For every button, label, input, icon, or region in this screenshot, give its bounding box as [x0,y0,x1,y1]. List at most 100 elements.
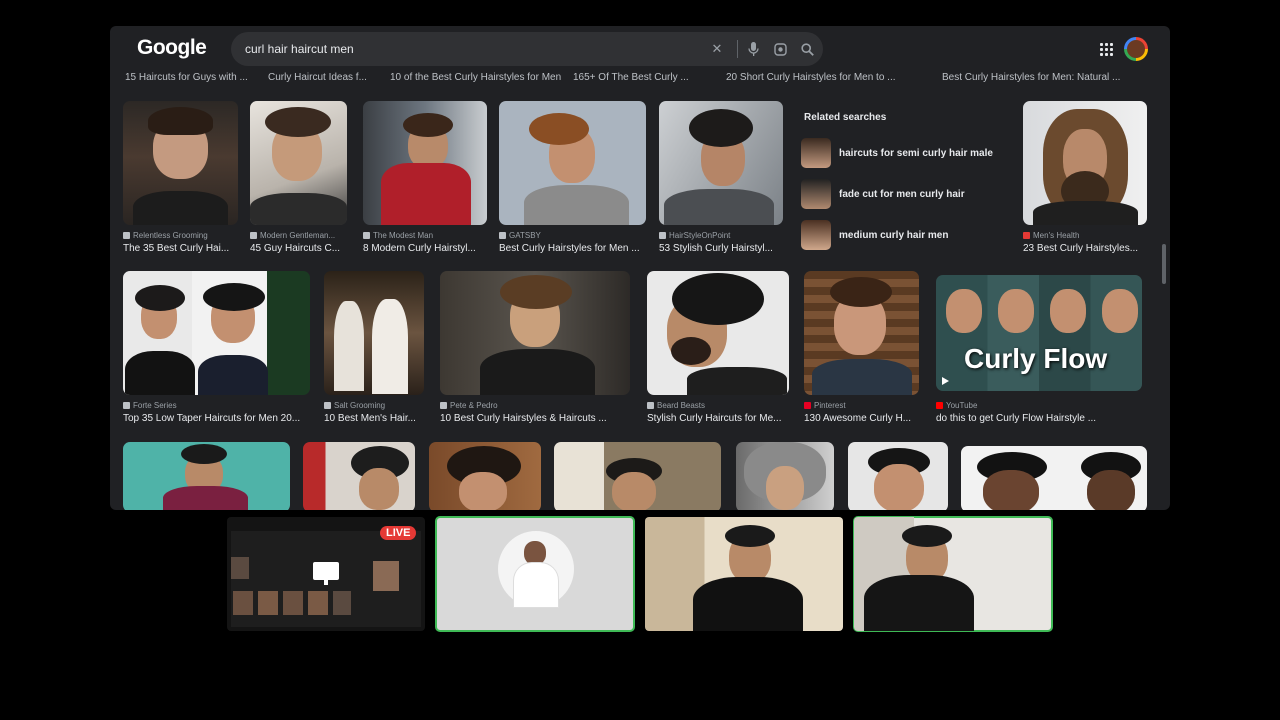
participant-tile[interactable] [853,516,1053,632]
result-source: Modern Gentleman... [250,231,335,240]
related-search-item[interactable]: haircuts for semi curly hair male [801,138,1006,168]
browser-window: Google curl hair haircut men ✕ 15 Haircu… [110,26,1170,510]
screen-share-tile[interactable]: LIVE [227,517,425,631]
result-source: GATSBY [499,231,541,240]
thumbnail-overlay-text: Curly Flow [964,343,1108,374]
result-thumbnail[interactable] [123,442,290,510]
result-title[interactable]: Best Curly Hairstyles for Men ... [499,243,647,254]
top-title[interactable]: Best Curly Hairstyles for Men: Natural .… [942,72,1120,83]
result-title[interactable]: 10 Best Curly Hairstyles & Haircuts ... [440,413,630,424]
result-title[interactable]: 53 Stylish Curly Hairstyl... [659,243,784,254]
source-label: HairStyleOnPoint [669,231,731,240]
related-search-label[interactable]: fade cut for men curly hair [839,189,965,200]
favicon-icon [123,232,130,239]
result-source: Relentless Grooming [123,231,208,240]
result-thumbnail[interactable] [848,442,948,510]
result-title[interactable]: do this to get Curly Flow Hairstyle ... [936,413,1142,424]
source-label: GATSBY [509,231,541,240]
favicon-icon [123,402,130,409]
result-title[interactable]: Stylish Curly Haircuts for Me... [647,413,789,424]
result-thumbnail[interactable]: Curly Flow [936,275,1142,391]
source-label: Modern Gentleman... [260,231,336,240]
result-thumbnail[interactable] [123,271,310,395]
top-title[interactable]: 10 of the Best Curly Hairstyles for Men [390,72,561,83]
result-thumbnail[interactable] [250,101,347,225]
result-source: HairStyleOnPoint [659,231,730,240]
search-divider [737,40,738,58]
result-thumbnail[interactable] [303,442,415,510]
result-thumbnail[interactable] [647,271,789,395]
result-thumbnail[interactable] [1023,101,1147,225]
related-search-label[interactable]: medium curly hair men [839,230,948,241]
result-thumbnail[interactable] [440,271,630,395]
result-source: The Modest Man [363,231,433,240]
result-thumbnail[interactable] [804,271,919,395]
related-search-item[interactable]: medium curly hair men [801,220,1006,250]
scrollbar-thumb[interactable] [1162,244,1166,284]
favicon-icon [1023,232,1030,239]
source-label: YouTube [946,401,978,410]
source-label: Relentless Grooming [133,231,208,240]
search-bar[interactable]: curl hair haircut men ✕ [231,32,823,66]
related-search-item[interactable]: fade cut for men curly hair [801,179,1006,209]
search-input[interactable]: curl hair haircut men [245,42,706,56]
result-thumbnail[interactable] [123,101,238,225]
mic-icon[interactable] [742,38,764,60]
result-thumbnail[interactable] [324,271,424,395]
favicon-icon [499,232,506,239]
result-title[interactable]: Top 35 Low Taper Haircuts for Men 20... [123,413,313,424]
participant-tile[interactable] [645,517,843,631]
result-source: Pete & Pedro [440,401,498,410]
close-icon[interactable]: ✕ [706,38,728,60]
top-title[interactable]: 165+ Of The Best Curly ... [573,72,689,83]
play-icon [942,377,949,385]
source-label: Beard Beasts [657,401,706,410]
favicon-icon [936,402,943,409]
previous-row-titles: 15 Haircuts for Guys with ... Curly Hair… [125,72,1170,86]
top-title[interactable]: 15 Haircuts for Guys with ... [125,72,248,83]
result-title[interactable]: 10 Best Men's Hair... [324,413,424,424]
favicon-icon [324,402,331,409]
result-title[interactable]: 23 Best Curly Hairstyles... [1023,243,1148,254]
result-source: Forte Series [123,401,177,410]
favicon-icon [363,232,370,239]
result-thumbnail[interactable] [363,101,487,225]
result-thumbnail[interactable] [499,101,646,225]
result-source: Men's Health [1023,231,1079,240]
source-label: Salt Grooming [334,401,386,410]
result-thumbnail[interactable] [554,442,721,510]
result-title[interactable]: 130 Awesome Curly H... [804,413,919,424]
related-search-label[interactable]: haircuts for semi curly hair male [839,148,993,159]
source-label: Men's Health [1033,231,1080,240]
related-thumbnail [801,220,831,250]
lens-icon[interactable] [769,38,791,60]
result-thumbnail[interactable] [429,442,541,510]
participant-tile[interactable] [435,516,635,632]
result-source: Pinterest [804,401,846,410]
favicon-icon [804,402,811,409]
screen-share-icon [313,562,339,585]
search-icon[interactable] [796,38,818,60]
favicon-icon [250,232,257,239]
account-avatar[interactable] [1124,37,1148,61]
source-label: Pete & Pedro [450,401,498,410]
result-thumbnail[interactable] [659,101,783,225]
top-title[interactable]: 20 Short Curly Hairstyles for Men to ... [726,72,896,83]
source-label: Pinterest [814,401,846,410]
result-title[interactable]: 45 Guy Haircuts C... [250,243,350,254]
result-source: YouTube [936,401,977,410]
related-searches-heading: Related searches [804,112,887,123]
top-title[interactable]: Curly Haircut Ideas f... [268,72,367,83]
live-badge: LIVE [380,526,417,540]
result-title[interactable]: The 35 Best Curly Hai... [123,243,241,254]
favicon-icon [440,402,447,409]
source-label: Forte Series [133,401,177,410]
related-thumbnail [801,138,831,168]
apps-icon[interactable] [1100,43,1114,57]
result-title[interactable]: 8 Modern Curly Hairstyl... [363,243,488,254]
result-thumbnail[interactable] [961,446,1147,510]
result-source: Salt Grooming [324,401,385,410]
google-logo[interactable]: Google [137,36,207,60]
related-thumbnail [801,179,831,209]
result-thumbnail[interactable] [736,442,834,510]
